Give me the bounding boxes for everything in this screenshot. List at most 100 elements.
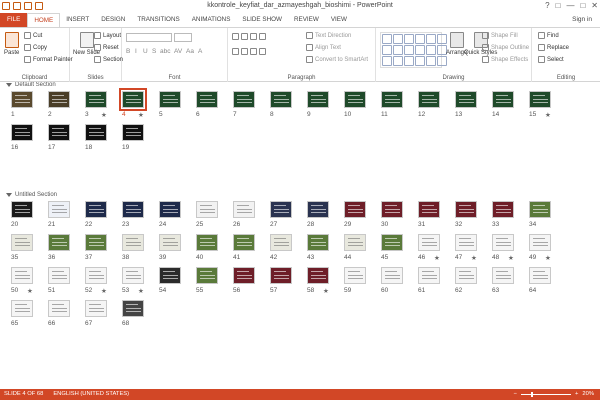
shapes-gallery[interactable]: [380, 32, 447, 68]
slide-thumbnail[interactable]: 46 ★: [418, 234, 440, 262]
tab-home[interactable]: HOME: [27, 13, 61, 27]
slide-thumbnail[interactable]: 34: [529, 201, 551, 228]
transition-star-icon[interactable]: ★: [101, 287, 107, 295]
transition-star-icon[interactable]: ★: [545, 111, 551, 119]
slide-preview[interactable]: [529, 234, 551, 251]
slide-preview[interactable]: [196, 201, 218, 218]
slide-thumbnail[interactable]: 25: [196, 201, 218, 228]
slide-preview[interactable]: [11, 201, 33, 218]
slide-preview[interactable]: [529, 201, 551, 218]
slide-thumbnail[interactable]: 68: [122, 300, 144, 327]
maximize-button[interactable]: □: [580, 1, 585, 10]
slide-thumbnail[interactable]: 11: [381, 91, 403, 118]
slide-preview[interactable]: [85, 234, 107, 251]
slide-thumbnail[interactable]: 61: [418, 267, 440, 294]
slide-thumbnail[interactable]: 55: [196, 267, 218, 294]
slide-thumbnail[interactable]: 65: [11, 300, 33, 327]
slide-preview[interactable]: [492, 201, 514, 218]
slide-thumbnail[interactable]: 58 ★: [307, 267, 329, 295]
transition-star-icon[interactable]: ★: [545, 254, 551, 262]
slide-thumbnail[interactable]: 8: [270, 91, 292, 118]
font-size-box[interactable]: [174, 33, 192, 42]
slide-thumbnail[interactable]: 40: [196, 234, 218, 261]
slide-thumbnail[interactable]: 50 ★: [11, 267, 33, 295]
italic-button[interactable]: I: [135, 48, 137, 55]
slide-thumbnail[interactable]: 6: [196, 91, 218, 118]
layout-button[interactable]: Layout: [94, 32, 121, 39]
slide-thumbnail[interactable]: 37: [85, 234, 107, 261]
slide-preview[interactable]: [455, 234, 477, 251]
tab-insert[interactable]: INSERT: [60, 13, 95, 27]
align-buttons[interactable]: [232, 48, 266, 55]
slide-preview[interactable]: [122, 124, 144, 141]
slide-preview[interactable]: [307, 234, 329, 251]
slide-thumbnail[interactable]: 48 ★: [492, 234, 514, 262]
slide-thumbnail[interactable]: 41: [233, 234, 255, 261]
slide-preview[interactable]: [85, 124, 107, 141]
slide-thumbnail[interactable]: 38: [122, 234, 144, 261]
slide-preview[interactable]: [85, 300, 107, 317]
slide-preview[interactable]: [11, 300, 33, 317]
tab-design[interactable]: DESIGN: [95, 13, 131, 27]
slide-preview[interactable]: [455, 91, 477, 108]
format-painter-button[interactable]: Format Painter: [24, 56, 73, 63]
transition-star-icon[interactable]: ★: [27, 287, 33, 295]
slide-thumbnail[interactable]: 67: [85, 300, 107, 327]
bullets-button[interactable]: [232, 33, 266, 40]
shadow-button[interactable]: S: [152, 48, 156, 55]
slide-thumbnail[interactable]: 62: [455, 267, 477, 294]
tab-transitions[interactable]: TRANSITIONS: [131, 13, 185, 27]
slide-thumbnail[interactable]: 66: [48, 300, 70, 327]
slide-preview[interactable]: [159, 234, 181, 251]
slide-preview[interactable]: [11, 234, 33, 251]
bold-button[interactable]: B: [126, 48, 130, 55]
slide-thumbnail[interactable]: 20: [11, 201, 33, 228]
slide-thumbnail[interactable]: 16: [11, 124, 33, 151]
slide-preview[interactable]: [492, 267, 514, 284]
slide-preview[interactable]: [270, 267, 292, 284]
convert-smartart-button[interactable]: Convert to SmartArt: [306, 56, 368, 63]
slide-thumbnail[interactable]: 27: [270, 201, 292, 228]
transition-star-icon[interactable]: ★: [138, 287, 144, 295]
slide-sorter[interactable]: Default Section 1 2 3 ★ 4 ★ 5 6 7 8 9 10 11 12 13 14 15 ★ 1…: [0, 82, 600, 389]
slide-preview[interactable]: [85, 91, 107, 108]
slide-thumbnail[interactable]: 24: [159, 201, 181, 228]
slide-thumbnail[interactable]: 15 ★: [529, 91, 551, 119]
slide-thumbnail[interactable]: 45: [381, 234, 403, 261]
slide-thumbnail[interactable]: 1: [11, 91, 33, 118]
collapse-triangle-icon[interactable]: [6, 83, 12, 87]
slide-preview[interactable]: [381, 201, 403, 218]
transition-star-icon[interactable]: ★: [471, 254, 477, 262]
strikethrough-button[interactable]: abc: [160, 48, 170, 55]
slide-preview[interactable]: [233, 234, 255, 251]
change-case-button[interactable]: Aa: [186, 48, 194, 55]
slide-preview[interactable]: [233, 91, 255, 108]
slide-thumbnail[interactable]: 14: [492, 91, 514, 118]
select-button[interactable]: Select: [538, 56, 564, 63]
section-header[interactable]: Untitled Section: [6, 192, 57, 198]
close-button[interactable]: ✕: [591, 1, 598, 10]
zoom-level[interactable]: 20%: [582, 391, 594, 397]
slide-preview[interactable]: [418, 267, 440, 284]
slide-thumbnail[interactable]: 18: [85, 124, 107, 151]
slide-preview[interactable]: [122, 234, 144, 251]
slide-thumbnail[interactable]: 54: [159, 267, 181, 294]
slide-thumbnail[interactable]: 22: [85, 201, 107, 228]
slide-thumbnail[interactable]: 53 ★: [122, 267, 144, 295]
slide-preview[interactable]: [48, 234, 70, 251]
slide-preview[interactable]: [196, 91, 218, 108]
slide-thumbnail[interactable]: 3 ★: [85, 91, 107, 119]
slide-preview[interactable]: [122, 267, 144, 284]
slide-thumbnail[interactable]: 33: [492, 201, 514, 228]
slide-thumbnail[interactable]: 26: [233, 201, 255, 228]
slide-thumbnail[interactable]: 17: [48, 124, 70, 151]
slide-thumbnail[interactable]: 49 ★: [529, 234, 551, 262]
slide-thumbnail[interactable]: 12: [418, 91, 440, 118]
slide-preview[interactable]: [122, 201, 144, 218]
slide-preview[interactable]: [455, 267, 477, 284]
text-direction-button[interactable]: Text Direction: [306, 32, 351, 39]
slide-thumbnail[interactable]: 35: [11, 234, 33, 261]
language-indicator[interactable]: ENGLISH (UNITED STATES): [53, 391, 129, 397]
slide-thumbnail[interactable]: 59: [344, 267, 366, 294]
slide-preview[interactable]: [381, 91, 403, 108]
